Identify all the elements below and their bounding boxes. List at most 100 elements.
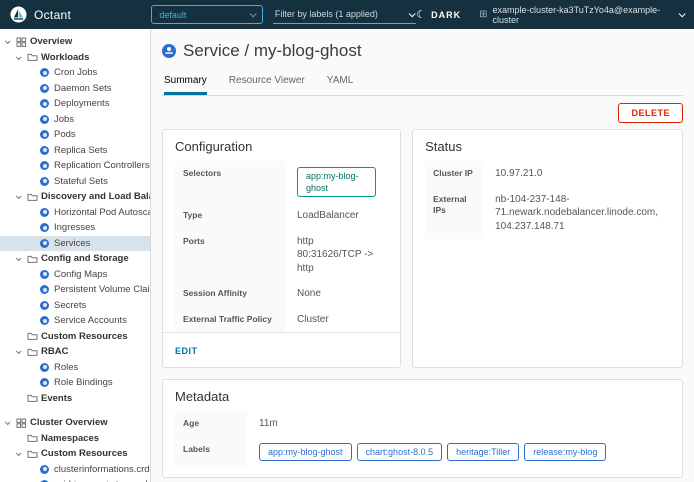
cluster-context-label: example-cluster-ka3TuTzYo4a@example-clus… (493, 5, 675, 25)
edit-link[interactable]: EDIT (175, 346, 198, 356)
field-value: app:my-blog-ghostchart:ghost-8.0.5herita… (247, 437, 670, 467)
tab-bar: Summary Resource Viewer YAML (162, 71, 683, 96)
sidebar-item-daemon-sets[interactable]: Daemon Sets (0, 81, 150, 97)
namespace-dropdown[interactable]: default (151, 5, 263, 24)
theme-toggle[interactable]: ☾ DARK (416, 8, 461, 21)
tab-resource-viewer[interactable]: Resource Viewer (229, 71, 305, 95)
namespace-value: default (159, 10, 186, 20)
sidebar-item-clusterinformations-crd-projec[interactable]: clusterinformations.crd.projec (0, 462, 150, 478)
moon-icon: ☾ (416, 8, 427, 21)
sidebar-item-workloads[interactable]: Workloads (0, 50, 150, 66)
resource-icon (40, 363, 54, 372)
field-label: Session Affinity (175, 281, 285, 307)
sidebar-item-label: Discovery and Load Balancing (41, 191, 150, 202)
sidebar-item-label: Events (41, 393, 72, 404)
status-rows: Cluster IP10.97.21.0External IPsnb-104-2… (425, 161, 670, 239)
resource-icon (40, 130, 54, 139)
sidebar-item-replication-controllers[interactable]: Replication Controllers (0, 158, 150, 174)
chevron-down-icon[interactable] (16, 191, 27, 202)
folder-icon (27, 254, 41, 264)
chevron-down-icon (409, 10, 416, 17)
sidebar-item-pods[interactable]: Pods (0, 127, 150, 143)
apps-icon (16, 37, 30, 47)
field-value: Cluster (285, 307, 388, 333)
octant-logo-icon (10, 6, 27, 23)
chevron-down-icon[interactable] (16, 448, 27, 459)
top-bar: Octant default Filter by labels (1 appli… (0, 0, 694, 29)
field-label: Type (175, 203, 285, 229)
sidebar-item-label: Cron Jobs (54, 67, 97, 78)
folder-icon (27, 449, 41, 459)
resource-icon (40, 115, 54, 124)
sidebar-item-roles[interactable]: Roles (0, 360, 150, 376)
resource-icon (40, 285, 54, 294)
resource-icon (40, 161, 54, 170)
sidebar-item-label: Pods (54, 129, 76, 140)
sidebar-item-label: Daemon Sets (54, 83, 112, 94)
sidebar-tree: OverviewWorkloadsCron Jobs Daemon Sets Dep… (0, 29, 151, 482)
sidebar-item-label: Namespaces (41, 433, 99, 444)
sidebar-item-rbac[interactable]: RBAC (0, 344, 150, 360)
chevron-down-icon[interactable] (16, 253, 27, 264)
sidebar-item-discovery-and-load-balancing[interactable]: Discovery and Load Balancing (0, 189, 150, 205)
sidebar-item-label: Service Accounts (54, 315, 127, 326)
resource-icon (40, 378, 54, 387)
sidebar-item-label: Custom Resources (41, 448, 128, 459)
sidebar-item-config-maps[interactable]: Config Maps (0, 267, 150, 283)
tab-summary[interactable]: Summary (164, 71, 207, 95)
tab-yaml[interactable]: YAML (327, 71, 354, 95)
sidebar-item-deployments[interactable]: Deployments (0, 96, 150, 112)
chevron-down-icon[interactable] (16, 346, 27, 357)
sidebar-item-csidrivers-csi-storage-k8s-io[interactable]: csidrivers.csi.storage.k8s.io (0, 477, 150, 482)
label-filter-input[interactable]: Filter by labels (1 applied) (273, 5, 416, 24)
sidebar-item-horizontal-pod-autoscalers[interactable]: Horizontal Pod Autoscalers (0, 205, 150, 221)
brand: Octant (10, 6, 151, 23)
sidebar-item-label: Deployments (54, 98, 109, 109)
field-label: External Traffic Policy (175, 307, 285, 333)
sidebar-item-label: Custom Resources (41, 331, 128, 342)
apps-icon (16, 418, 30, 428)
sidebar-item-replica-sets[interactable]: Replica Sets (0, 143, 150, 159)
sidebar-item-label: Role Bindings (54, 377, 113, 388)
sidebar-item-label: RBAC (41, 346, 68, 357)
status-card: Status Cluster IP10.97.21.0External IPsn… (412, 129, 683, 368)
sidebar-item-config-and-storage[interactable]: Config and Storage (0, 251, 150, 267)
chevron-down-icon[interactable] (5, 417, 16, 428)
sidebar-item-events[interactable]: Events (0, 391, 150, 407)
resource-icon (40, 146, 54, 155)
delete-button[interactable]: DELETE (618, 103, 683, 123)
sidebar-item-cluster-overview[interactable]: Cluster Overview (0, 415, 150, 431)
sidebar-item-persistent-volume-claims[interactable]: Persistent Volume Claims (0, 282, 150, 298)
sidebar-item-label: Ingresses (54, 222, 95, 233)
label-filter-text: Filter by labels (1 applied) (275, 9, 378, 19)
field-label: Cluster IP (425, 161, 483, 187)
sidebar-item-cron-jobs[interactable]: Cron Jobs (0, 65, 150, 81)
sidebar-item-namespaces[interactable]: Namespaces (0, 431, 150, 447)
label-pill: heritage:Tiller (447, 443, 519, 461)
configuration-card: Configuration Selectorsapp:my-blog-ghost… (162, 129, 401, 368)
configuration-rows: Selectorsapp:my-blog-ghostTypeLoadBalanc… (175, 161, 388, 332)
sidebar-item-overview[interactable]: Overview (0, 34, 150, 50)
chevron-down-icon (679, 10, 686, 17)
sidebar-item-service-accounts[interactable]: Service Accounts (0, 313, 150, 329)
sidebar-item-custom-resources[interactable]: Custom Resources (0, 329, 150, 345)
sidebar-item-label: Config and Storage (41, 253, 129, 264)
sidebar-item-jobs[interactable]: Jobs (0, 112, 150, 128)
folder-icon (27, 347, 41, 357)
sidebar-item-custom-resources[interactable]: Custom Resources (0, 446, 150, 462)
resource-icon (40, 99, 54, 108)
chevron-down-icon[interactable] (5, 36, 16, 47)
field-value: 10.97.21.0 (483, 161, 670, 187)
resource-icon (40, 68, 54, 77)
sidebar-item-stateful-sets[interactable]: Stateful Sets (0, 174, 150, 190)
sidebar-item-ingresses[interactable]: Ingresses (0, 220, 150, 236)
resource-icon (40, 177, 54, 186)
sidebar-item-secrets[interactable]: Secrets (0, 298, 150, 314)
sidebar-item-label: Jobs (54, 114, 74, 125)
resource-icon (40, 301, 54, 310)
chevron-down-icon[interactable] (16, 52, 27, 63)
sidebar-item-services[interactable]: Services (0, 236, 150, 252)
configuration-title: Configuration (163, 130, 400, 161)
cluster-context-dropdown[interactable]: ⊞ example-cluster-ka3TuTzYo4a@example-cl… (479, 5, 684, 25)
sidebar-item-role-bindings[interactable]: Role Bindings (0, 375, 150, 391)
